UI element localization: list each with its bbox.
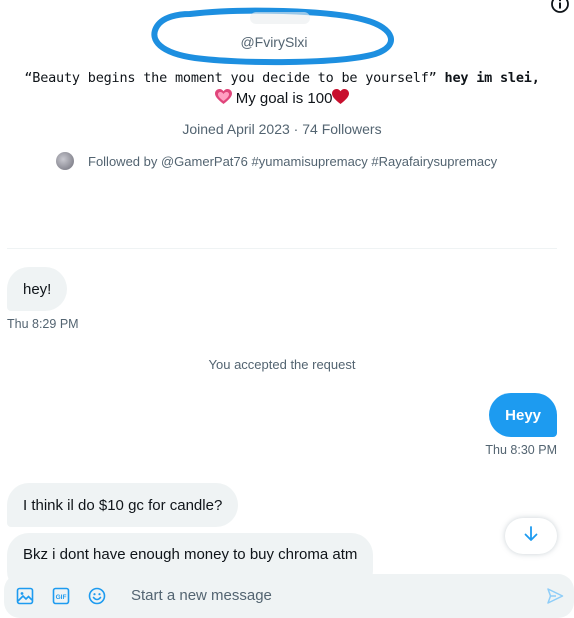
info-icon[interactable] <box>550 0 570 14</box>
bio-bold-text: hey im slei, <box>444 70 540 86</box>
profile-joined-followers: Joined April 2023 · 74 Followers <box>182 121 382 137</box>
bio-goal-text: My goal is 100 <box>231 90 333 107</box>
message-text: I think il do $10 gc for candle? <box>23 496 223 514</box>
message-text: Heyy <box>505 406 541 424</box>
message-timestamp: Thu 8:29 PM <box>7 317 79 331</box>
image-icon[interactable] <box>15 586 35 606</box>
message-timestamp: Thu 8:30 PM <box>485 443 557 457</box>
send-icon[interactable] <box>545 586 565 606</box>
profile-handle: @FvirySlxi <box>240 34 308 50</box>
divider <box>7 248 557 249</box>
message-bubble-sent[interactable]: Heyy <box>489 393 557 437</box>
handle-scribble-area: @FvirySlxi <box>150 6 398 66</box>
gif-icon[interactable]: GIF <box>51 586 71 606</box>
followed-by-text: Followed by @GamerPat76 #yumamisupremacy… <box>88 153 498 169</box>
arrow-down-icon <box>522 525 540 548</box>
bio-quote: “Beauty begins the moment you decide to … <box>24 70 445 86</box>
red-heart-icon <box>332 89 350 109</box>
message-input[interactable]: Start a new message <box>131 587 272 604</box>
message-bubble-received[interactable]: I think il do $10 gc for candle? <box>7 483 239 527</box>
followed-by-row[interactable]: Followed by @GamerPat76 #yumamisupremacy… <box>56 152 497 170</box>
pink-heart-icon <box>214 89 232 109</box>
profile-bio-line2: My goal is 100 <box>0 89 564 109</box>
request-accepted-notice: You accepted the request <box>208 357 356 372</box>
avatar <box>56 152 74 170</box>
svg-text:GIF: GIF <box>56 594 67 601</box>
message-composer: GIF Start a new message <box>4 574 574 618</box>
message-bubble-received[interactable]: hey! <box>7 267 68 311</box>
profile-bio-line1: “Beauty begins the moment you decide to … <box>0 70 564 86</box>
emoji-icon[interactable] <box>87 586 107 606</box>
scroll-to-bottom-button[interactable] <box>505 518 557 554</box>
message-text: Bkz i dont have enough money to buy chro… <box>23 546 358 563</box>
message-text: hey! <box>23 280 52 298</box>
